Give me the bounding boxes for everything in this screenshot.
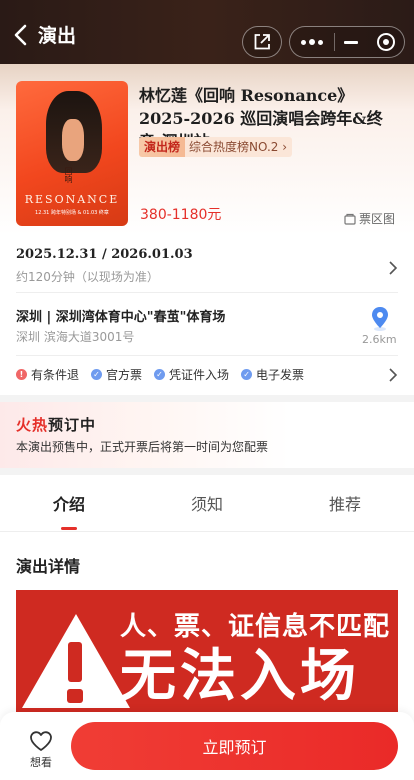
banner-line1: 人、票、证信息不匹配 [120, 612, 391, 642]
tab-intro[interactable]: 介绍 [0, 477, 138, 531]
seat-map-icon [344, 213, 356, 225]
rank-tag: 演出榜 [139, 137, 186, 157]
minimize-button[interactable] [335, 27, 369, 57]
section-gap [0, 395, 414, 402]
event-duration: 约120分钟（以现场为准） [16, 270, 159, 284]
tag-official: ✓ 官方票 [91, 366, 142, 383]
section-title: 演出详情 [16, 557, 81, 576]
tag-id-entry: ✓ 凭证件入场 [154, 366, 229, 383]
want-label: 想看 [30, 756, 52, 769]
tag-invoice: ✓ 电子发票 [241, 366, 304, 383]
seat-map-link[interactable]: 票区图 [344, 210, 395, 227]
banner-line2: 无法入场 [120, 644, 360, 709]
section-gap [0, 468, 414, 475]
book-now-button[interactable]: 立即预订 [71, 722, 398, 770]
divider [0, 531, 414, 532]
heart-icon [30, 731, 52, 751]
close-circle-icon [377, 33, 396, 51]
page-title: 演出 [38, 25, 77, 47]
tab-notice[interactable]: 须知 [138, 477, 276, 531]
seat-map-label: 票区图 [359, 212, 396, 226]
mini-program-capsule [289, 26, 405, 58]
share-icon [254, 34, 270, 50]
more-button[interactable] [290, 27, 334, 57]
location-pin-icon[interactable] [370, 306, 390, 332]
presale-description: 本演出预售中，正式开票后将第一时间为您配票 [16, 440, 269, 454]
check-icon: ✓ [154, 369, 166, 380]
price-range: 380-1180元 [140, 207, 222, 223]
rank-badge[interactable]: 演出榜 综合热度榜NO.2 › [139, 137, 293, 157]
minimize-icon [344, 40, 359, 44]
presale-title: 火热预订中 [16, 416, 97, 434]
venue-address: 深圳 滨海大道3001号 [16, 330, 135, 344]
venue-name[interactable]: 深圳 | 深圳湾体育中心"春茧"体育场 [16, 306, 225, 325]
service-tags[interactable]: ! 有条件退 ✓ 官方票 ✓ 凭证件入场 ✓ 电子发票 [16, 366, 316, 383]
rank-value: 综合热度榜NO.2 › [185, 137, 293, 157]
tag-refund: ! 有条件退 [16, 366, 79, 383]
poster-wordmark: RESONANCE [24, 193, 120, 206]
back-button[interactable] [10, 24, 32, 46]
want-button[interactable]: 想看 [22, 730, 60, 770]
check-icon: ✓ [241, 369, 253, 380]
chevron-right-icon[interactable] [388, 368, 398, 382]
chevron-left-icon [14, 24, 27, 46]
event-poster[interactable]: 回响 RESONANCE 12.31 跨年特别场 & 01.03 终章 [16, 81, 128, 226]
active-tab-indicator [61, 527, 77, 530]
close-button[interactable] [368, 27, 404, 57]
event-date[interactable]: 2025.12.31 / 2026.01.03 [16, 247, 193, 262]
tab-bar: 介绍 须知 推荐 [0, 477, 414, 531]
share-button[interactable] [242, 26, 282, 58]
poster-subtitle: 12.31 跨年特别场 & 01.03 终章 [35, 210, 109, 216]
tab-recommend[interactable]: 推荐 [276, 477, 414, 531]
venue-distance: 2.6km [362, 333, 397, 346]
check-icon: ✓ [91, 369, 103, 380]
divider [16, 292, 398, 293]
presale-banner [0, 402, 414, 468]
chevron-right-icon[interactable] [388, 261, 398, 275]
poster-cn-text: 回响 [64, 167, 73, 183]
exclamation-icon: ! [16, 369, 27, 380]
more-dots-icon [300, 39, 306, 45]
divider [16, 355, 398, 356]
